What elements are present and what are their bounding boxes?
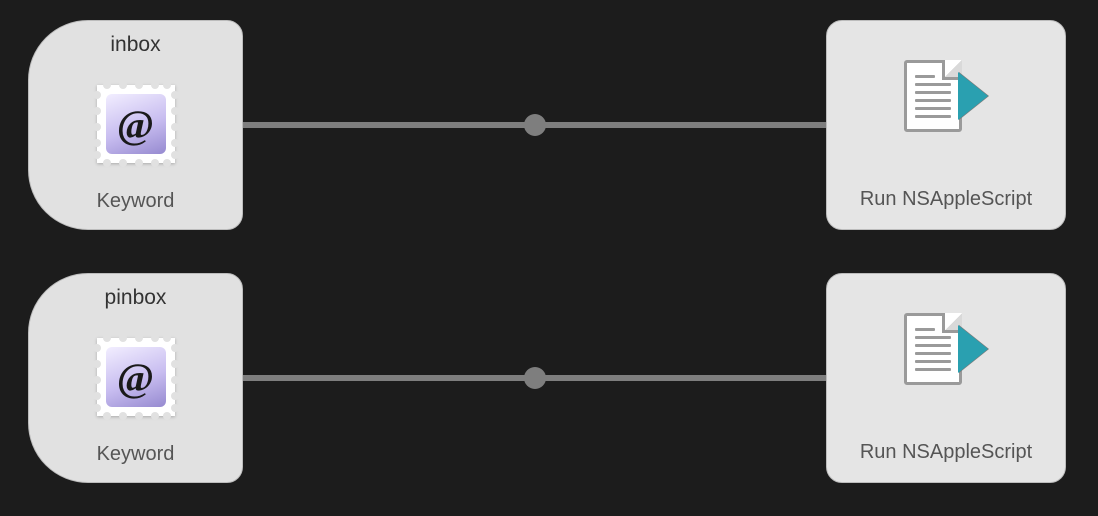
keyword-trigger-node[interactable]: pinbox xyxy=(28,273,243,483)
play-triangle-icon xyxy=(958,72,988,120)
node-label: Run NSAppleScript xyxy=(860,188,1032,211)
node-subtitle: Keyword xyxy=(97,190,175,213)
keyword-trigger-node[interactable]: inbox xyxy=(28,20,243,230)
applescript-run-icon xyxy=(904,274,988,423)
mail-stamp-icon: @ xyxy=(91,79,181,169)
connection-midpoint-icon xyxy=(524,367,546,389)
node-label: Run NSAppleScript xyxy=(860,441,1032,464)
connection-line xyxy=(240,122,830,128)
connection-line xyxy=(240,375,830,381)
applescript-action-node[interactable]: Run NSAppleScript xyxy=(826,273,1066,483)
connection-midpoint-icon xyxy=(524,114,546,136)
at-glyph-icon: @ xyxy=(117,105,154,145)
applescript-run-icon xyxy=(904,21,988,170)
node-title: inbox xyxy=(110,33,160,57)
node-subtitle: Keyword xyxy=(97,443,175,466)
at-glyph-icon: @ xyxy=(117,358,154,398)
play-triangle-icon xyxy=(958,325,988,373)
mail-stamp-icon: @ xyxy=(91,332,181,422)
node-title: pinbox xyxy=(105,286,167,310)
applescript-action-node[interactable]: Run NSAppleScript xyxy=(826,20,1066,230)
workflow-canvas[interactable]: inbox xyxy=(0,0,1098,516)
